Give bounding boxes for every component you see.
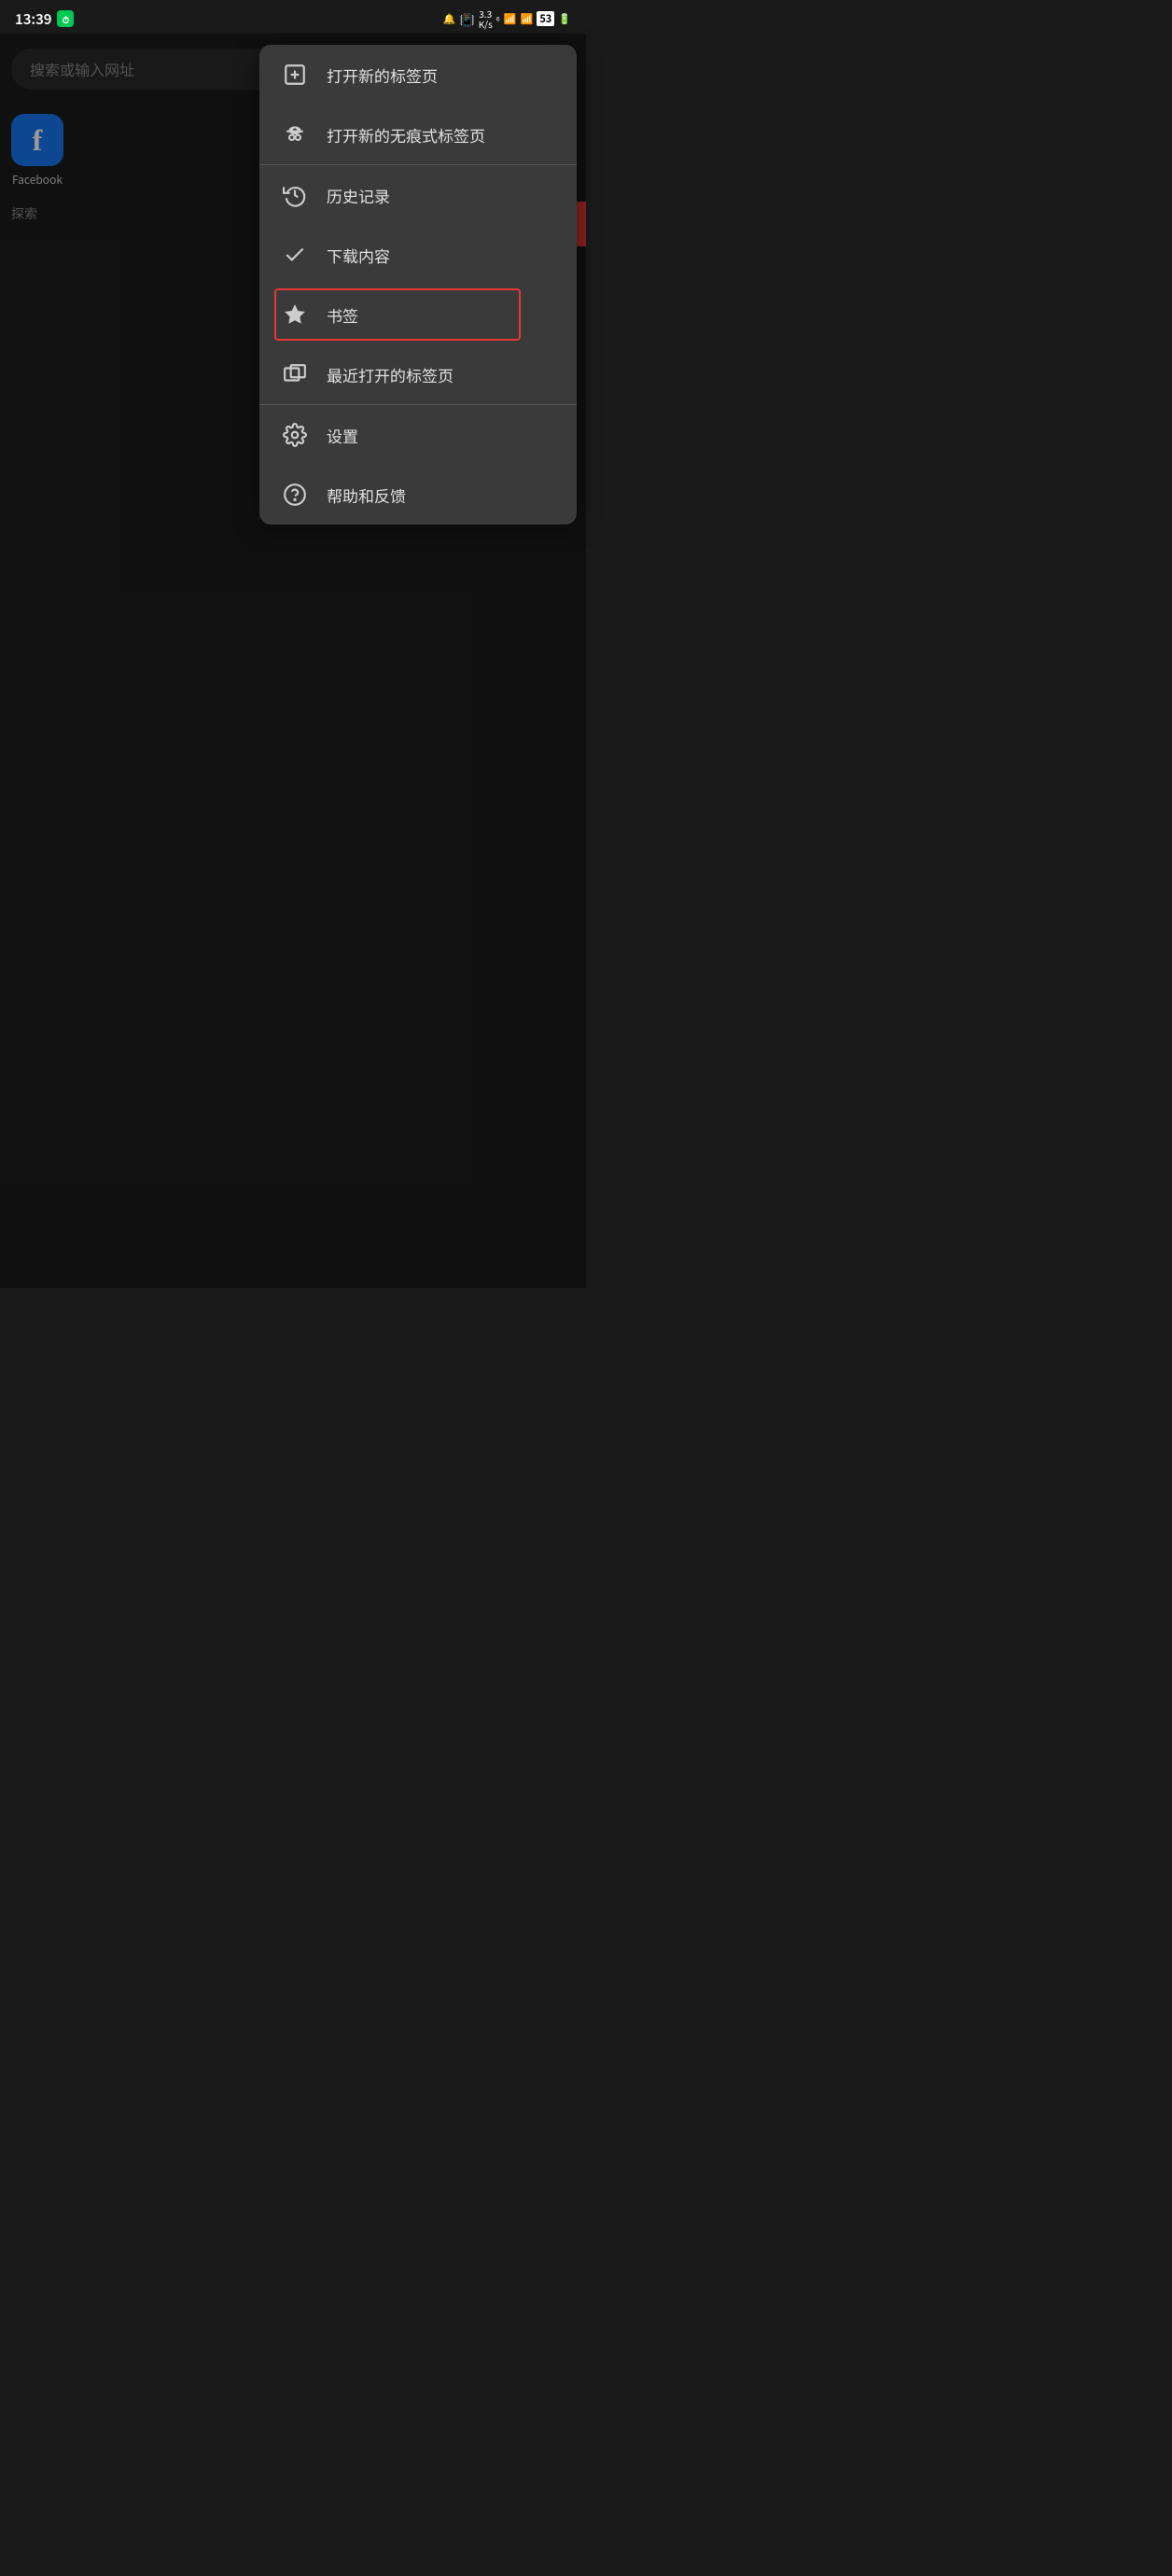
new-tab-label: 打开新的标签页 bbox=[327, 63, 554, 87]
history-label: 历史记录 bbox=[327, 184, 554, 207]
network-type: ⁶ bbox=[496, 12, 500, 26]
menu-item-incognito[interactable]: 打开新的无痕式标签页 bbox=[259, 105, 577, 164]
settings-icon bbox=[282, 422, 308, 448]
menu-item-help[interactable]: 帮助和反馈 bbox=[259, 465, 577, 525]
menu-item-history[interactable]: 历史记录 bbox=[259, 165, 577, 225]
time-display: 13:39 bbox=[15, 9, 51, 29]
history-icon bbox=[282, 182, 308, 208]
incognito-icon bbox=[282, 121, 308, 147]
bookmark-icon bbox=[282, 301, 308, 328]
help-label: 帮助和反馈 bbox=[327, 483, 554, 507]
recent-tabs-label: 最近打开的标签页 bbox=[327, 363, 554, 386]
help-icon bbox=[282, 482, 308, 508]
downloads-label: 下载内容 bbox=[327, 244, 554, 267]
status-time: 13:39 ⏱ bbox=[15, 9, 74, 29]
battery-level: 53 bbox=[537, 11, 554, 26]
vibrate-icon: 📳 bbox=[460, 10, 475, 28]
incognito-label: 打开新的无痕式标签页 bbox=[327, 123, 554, 147]
menu-item-new-tab[interactable]: 打开新的标签页 bbox=[259, 45, 577, 105]
wifi-icon: 📶 bbox=[504, 11, 517, 26]
new-tab-icon bbox=[282, 62, 308, 88]
menu-item-downloads[interactable]: 下载内容 bbox=[259, 225, 577, 285]
status-icons: 🔔 📳 3.3K/s ⁶ 📶 📶 53 🔋 bbox=[443, 8, 571, 29]
menu-item-settings[interactable]: 设置 bbox=[259, 405, 577, 465]
alarm-icon: 🔔 bbox=[443, 11, 456, 26]
settings-label: 设置 bbox=[327, 424, 554, 447]
recent-tabs-icon bbox=[282, 361, 308, 387]
download-icon bbox=[282, 242, 308, 268]
battery-icon: 🔋 bbox=[558, 11, 571, 26]
timer-icon: ⏱ bbox=[57, 10, 74, 27]
signal-icon: 📶 bbox=[521, 11, 534, 26]
menu-item-recent-tabs[interactable]: 最近打开的标签页 bbox=[259, 344, 577, 404]
network-speed: 3.3K/s bbox=[479, 8, 493, 29]
bookmarks-label: 书签 bbox=[327, 303, 554, 327]
status-bar: 13:39 ⏱ 🔔 📳 3.3K/s ⁶ 📶 📶 53 🔋 bbox=[0, 0, 586, 34]
menu-item-bookmarks[interactable]: 书签 bbox=[259, 285, 577, 344]
dropdown-menu: 打开新的标签页 打开新的无痕式标签页 bbox=[259, 45, 577, 525]
